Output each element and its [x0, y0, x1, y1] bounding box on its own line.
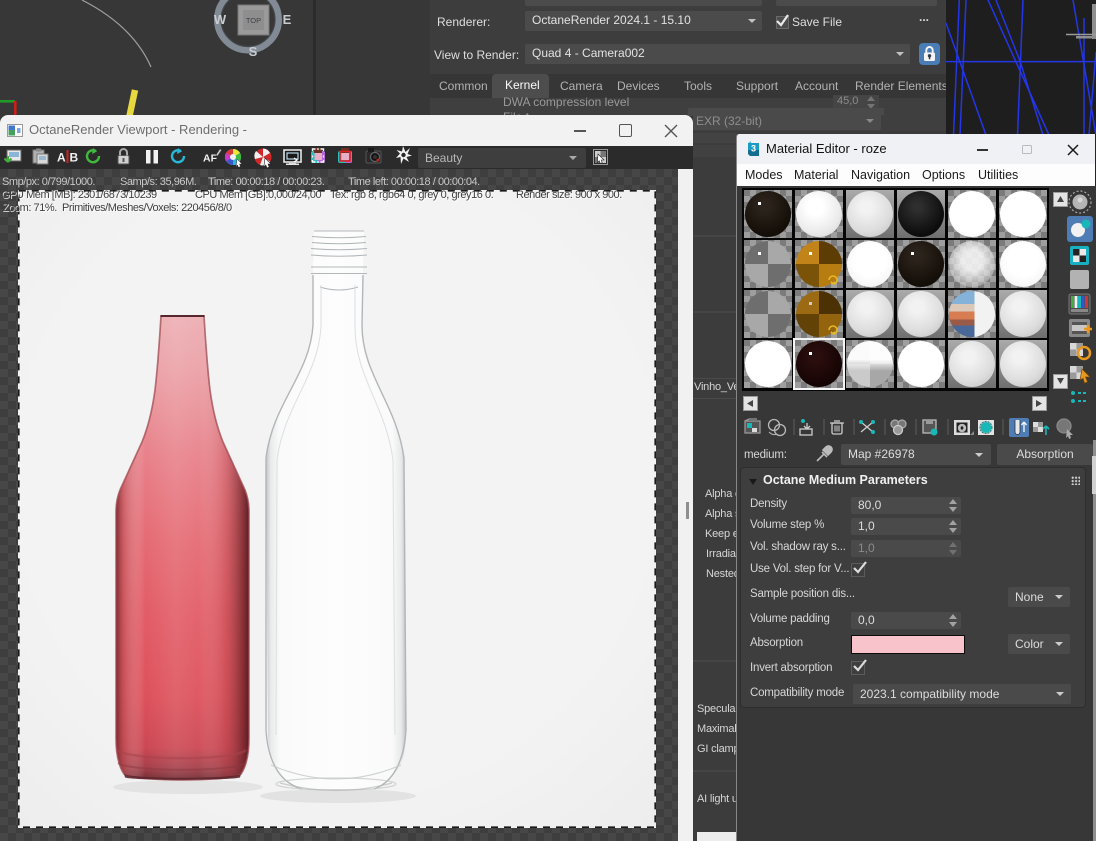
svg-text:E: E — [283, 12, 292, 27]
svg-text:W: W — [214, 12, 227, 27]
svg-text:B: B — [70, 151, 79, 165]
svg-text:O: O — [958, 424, 966, 435]
svg-text:3: 3 — [751, 144, 756, 154]
svg-text:S: S — [249, 44, 258, 59]
svg-text:AF: AF — [203, 153, 218, 165]
svg-text:A: A — [57, 151, 66, 165]
svg-text:TOP: TOP — [246, 16, 261, 25]
